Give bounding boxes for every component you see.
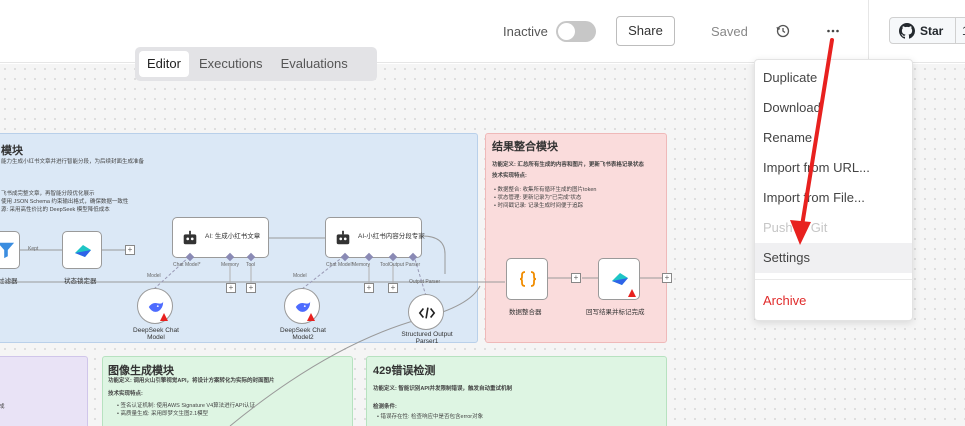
node-status-lock[interactable] — [62, 231, 102, 269]
menu-item-settings[interactable]: Settings — [755, 243, 912, 273]
node-write-back-result[interactable] — [598, 258, 640, 300]
add-node-button[interactable]: + — [571, 273, 581, 283]
github-star-button[interactable]: Star 1 — [889, 17, 965, 44]
menu-item-import-url[interactable]: Import from URL... — [755, 153, 912, 183]
port-label: Memory — [352, 262, 371, 268]
node-label: Structured Output Parser1 — [401, 331, 453, 345]
port-label: Memory — [221, 262, 240, 268]
port-label: Output Parser — [409, 279, 441, 285]
tab-executions[interactable]: Executions — [191, 51, 271, 77]
menu-item-push-to-git[interactable]: Push to Git — [755, 213, 912, 243]
tab-editor[interactable]: Editor — [139, 51, 189, 77]
add-node-button[interactable]: + — [388, 283, 398, 293]
filter-icon — [0, 242, 15, 259]
node-label: 回写结果并标记完成 — [586, 309, 645, 316]
add-node-button[interactable]: + — [364, 283, 374, 293]
node-label: 状态锁定器 — [64, 278, 97, 285]
node-data-merge[interactable] — [506, 258, 548, 300]
braces-icon — [519, 271, 537, 287]
menu-item-duplicate[interactable]: Duplicate — [755, 63, 912, 93]
port-label: Tool — [380, 262, 390, 268]
menu-item-download[interactable]: Download — [755, 93, 912, 123]
star-count-divider — [955, 18, 956, 43]
header-divider — [868, 0, 869, 63]
node-label: 数据整合器 — [509, 309, 542, 316]
port-label: Chat Model* — [326, 262, 354, 268]
warning-icon — [628, 289, 636, 297]
lark-icon — [75, 245, 91, 257]
active-toggle[interactable] — [556, 21, 596, 42]
port-label: Output Parser — [389, 262, 421, 268]
node-ai-split-content[interactable]: AI-小红书内容分段专家 — [325, 217, 425, 258]
add-node-button[interactable]: + — [246, 283, 256, 293]
node-deepseek-chat-model-2[interactable] — [284, 288, 320, 324]
github-icon — [899, 23, 915, 39]
node-filter[interactable] — [0, 231, 20, 269]
port-label: Model — [293, 273, 307, 279]
port-label: Model — [147, 273, 161, 279]
menu-divider — [755, 279, 912, 280]
share-button[interactable]: Share — [616, 16, 675, 46]
node-label: 过滤器 — [0, 278, 18, 285]
warning-icon — [307, 313, 315, 321]
add-node-button[interactable]: + — [226, 283, 236, 293]
port-label: Chat Model* — [173, 262, 201, 268]
menu-item-import-file[interactable]: Import from File... — [755, 183, 912, 213]
robot-icon — [183, 230, 197, 245]
lark-icon — [612, 273, 628, 285]
more-options-icon[interactable] — [826, 24, 840, 38]
menu-item-rename[interactable]: Rename — [755, 123, 912, 153]
workflow-options-menu: Duplicate Download Rename Import from UR… — [754, 59, 913, 321]
port-label: Kept — [28, 246, 39, 252]
node-label: AI-小红书内容分段专家 — [358, 233, 425, 240]
add-node-button[interactable]: + — [662, 273, 672, 283]
node-label: AI: 生成小红书文章 — [205, 233, 261, 240]
star-label: Star — [920, 24, 944, 38]
add-node-button[interactable]: + — [125, 245, 135, 255]
inactive-label: Inactive — [503, 24, 548, 39]
toggle-knob — [558, 23, 575, 40]
warning-icon — [160, 313, 168, 321]
node-label: DeepSeek Chat Model2 — [280, 327, 326, 341]
node-label: DeepSeek Chat Model — [133, 327, 179, 341]
port-label: Tool — [246, 262, 256, 268]
code-icon — [418, 307, 436, 319]
robot-icon — [336, 230, 350, 245]
node-deepseek-chat-model[interactable] — [137, 288, 173, 324]
node-structured-output-parser[interactable] — [408, 294, 444, 330]
tab-evaluations[interactable]: Evaluations — [273, 51, 356, 77]
saved-status: Saved — [711, 24, 748, 39]
menu-item-archive[interactable]: Archive — [755, 286, 912, 316]
node-ai-generate-article[interactable]: AI: 生成小红书文章 — [172, 217, 269, 258]
view-tabs: Editor Executions Evaluations — [135, 47, 377, 81]
history-icon[interactable] — [776, 24, 790, 38]
